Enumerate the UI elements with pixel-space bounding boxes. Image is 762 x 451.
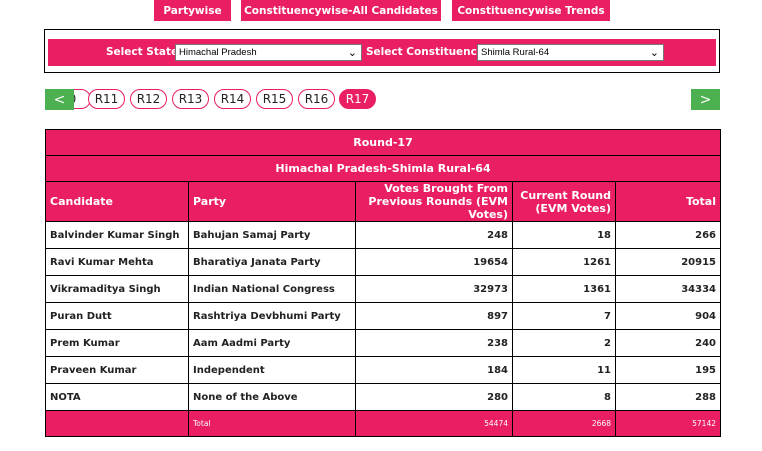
previous-votes-cell: 897: [355, 302, 513, 330]
current-votes-cell: 18: [512, 221, 616, 249]
round-button-r11[interactable]: R11: [88, 89, 125, 109]
header-row: Candidate Party Votes Brought From Previ…: [45, 181, 721, 222]
table-row: Praveen Kumar Independent 184 11 195: [45, 356, 721, 384]
previous-votes-cell: 19654: [355, 248, 513, 276]
round-title: Round-17: [45, 129, 721, 156]
selection-panel: Select State Himachal Pradesh ⌄ Select C…: [44, 29, 720, 73]
chevron-down-icon: ⌄: [347, 47, 357, 59]
current-votes-cell: 11: [512, 356, 616, 384]
results-table: Round-17 Himachal Pradesh-Shimla Rural-6…: [45, 129, 721, 437]
total-votes-cell: 195: [615, 356, 721, 384]
candidate-cell: Vikramaditya Singh: [45, 275, 189, 303]
previous-votes-cell: 248: [355, 221, 513, 249]
total-votes-cell: 266: [615, 221, 721, 249]
previous-votes-cell: 184: [355, 356, 513, 384]
constituency-title: Himachal Pradesh-Shimla Rural-64: [45, 155, 721, 182]
previous-rounds-button[interactable]: <: [45, 89, 74, 110]
round-button-r12[interactable]: R12: [130, 89, 167, 109]
candidate-cell: Puran Dutt: [45, 302, 189, 330]
partywise-button[interactable]: Partywise: [154, 0, 231, 21]
table-row: Prem Kumar Aam Aadmi Party 238 2 240: [45, 329, 721, 357]
constituencywise-all-candidates-button[interactable]: Constituencywise-All Candidates: [241, 0, 441, 21]
current-votes-cell: 1361: [512, 275, 616, 303]
total-votes-cell: 20915: [615, 248, 721, 276]
next-rounds-button[interactable]: >: [691, 89, 720, 110]
candidate-cell: Praveen Kumar: [45, 356, 189, 384]
candidate-header: Candidate: [45, 181, 189, 222]
party-cell: Aam Aadmi Party: [188, 329, 356, 357]
current-votes-cell: 2: [512, 329, 616, 357]
candidate-cell: Prem Kumar: [45, 329, 189, 357]
state-select-value: Himachal Pradesh: [179, 47, 257, 58]
candidate-cell: Ravi Kumar Mehta: [45, 248, 189, 276]
previous-votes-cell: 280: [355, 383, 513, 411]
total-label: Total: [188, 410, 356, 437]
round-pagination: 0 R11 R12 R13 R14 R15 R16 R17: [0, 89, 762, 110]
total-blank-cell: [45, 410, 189, 437]
total-previous-votes: 54474: [355, 410, 513, 437]
current-round-header: Current Round (EVM Votes): [512, 181, 616, 222]
party-cell: Rashtriya Devbhumi Party: [188, 302, 356, 330]
round-button-r13[interactable]: R13: [172, 89, 209, 109]
total-votes-cell: 240: [615, 329, 721, 357]
party-cell: None of the Above: [188, 383, 356, 411]
total-votes-cell: 34334: [615, 275, 721, 303]
state-select[interactable]: Himachal Pradesh ⌄: [175, 44, 362, 61]
party-cell: Bahujan Samaj Party: [188, 221, 356, 249]
table-row: NOTA None of the Above 280 8 288: [45, 383, 721, 411]
grand-total-votes: 57142: [615, 410, 721, 437]
total-header: Total: [615, 181, 721, 222]
round-button-r17[interactable]: R17: [339, 89, 376, 109]
total-votes-cell: 904: [615, 302, 721, 330]
top-navigation: Partywise Constituencywise-All Candidate…: [0, 0, 762, 21]
state-label: Select State: [106, 46, 179, 58]
round-button-r15[interactable]: R15: [256, 89, 293, 109]
current-votes-cell: 8: [512, 383, 616, 411]
total-row: Total 54474 2668 57142: [45, 410, 721, 437]
constituency-title-row: Himachal Pradesh-Shimla Rural-64: [45, 155, 721, 182]
current-votes-cell: 7: [512, 302, 616, 330]
total-votes-cell: 288: [615, 383, 721, 411]
constituency-select-value: Shimla Rural-64: [481, 47, 550, 58]
constituency-label: Select Constituency: [366, 46, 484, 58]
table-row: Vikramaditya Singh Indian National Congr…: [45, 275, 721, 303]
table-row: Puran Dutt Rashtriya Devbhumi Party 897 …: [45, 302, 721, 330]
previous-votes-cell: 238: [355, 329, 513, 357]
round-button-r14[interactable]: R14: [214, 89, 251, 109]
table-row: Ravi Kumar Mehta Bharatiya Janata Party …: [45, 248, 721, 276]
constituencywise-trends-button[interactable]: Constituencywise Trends: [452, 0, 610, 21]
selection-bar: Select State Himachal Pradesh ⌄ Select C…: [48, 39, 716, 66]
chevron-down-icon: ⌄: [649, 47, 659, 59]
table-row: Balvinder Kumar Singh Bahujan Samaj Part…: [45, 221, 721, 249]
previous-votes-cell: 32973: [355, 275, 513, 303]
current-votes-cell: 1261: [512, 248, 616, 276]
previous-votes-header: Votes Brought From Previous Rounds (EVM …: [355, 181, 513, 222]
candidate-cell: NOTA: [45, 383, 189, 411]
party-cell: Indian National Congress: [188, 275, 356, 303]
round-title-row: Round-17: [45, 129, 721, 156]
party-header: Party: [188, 181, 356, 222]
candidate-cell: Balvinder Kumar Singh: [45, 221, 189, 249]
party-cell: Independent: [188, 356, 356, 384]
round-button-r16[interactable]: R16: [298, 89, 335, 109]
total-current-votes: 2668: [512, 410, 616, 437]
constituency-select[interactable]: Shimla Rural-64 ⌄: [477, 44, 664, 61]
party-cell: Bharatiya Janata Party: [188, 248, 356, 276]
